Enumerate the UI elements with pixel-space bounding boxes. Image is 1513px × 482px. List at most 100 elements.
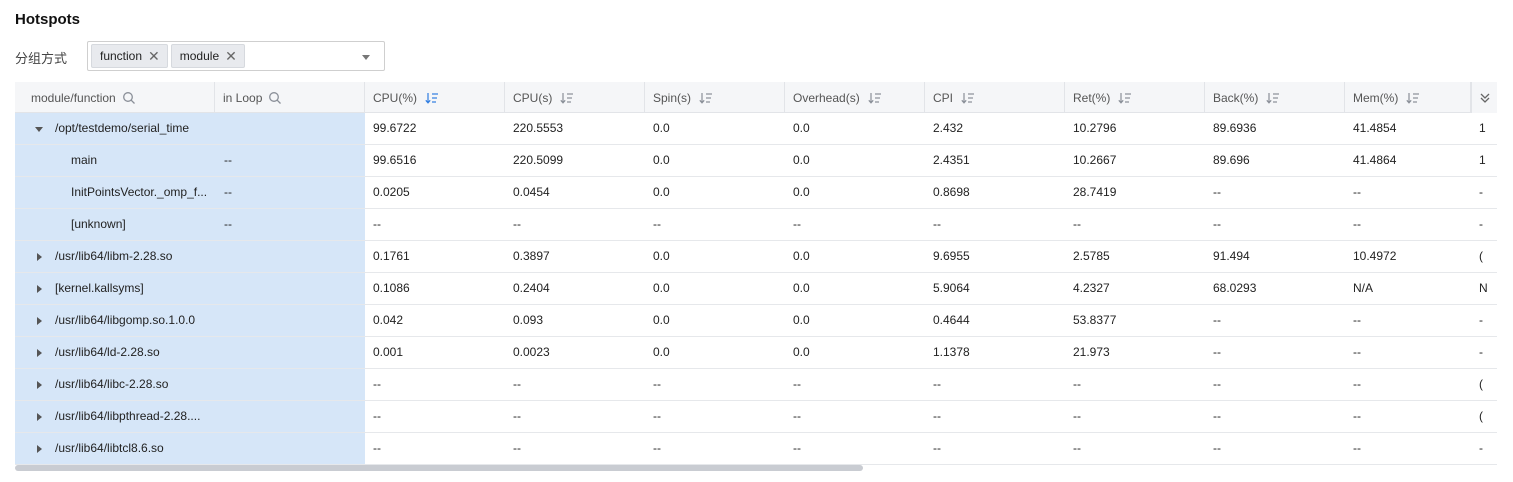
sort-icon[interactable] bbox=[425, 92, 439, 104]
cell-mem: 10.4972 bbox=[1353, 249, 1397, 263]
cell-cpu: 0.042 bbox=[373, 313, 404, 327]
cell-ret: 2.5785 bbox=[1073, 249, 1110, 263]
cell-overhead-s: -- bbox=[793, 441, 801, 455]
cell-cpu: 0.1086 bbox=[373, 281, 410, 295]
cell-overhead-s: 0.0 bbox=[793, 249, 810, 263]
cell-overhead-s: -- bbox=[793, 377, 801, 391]
cell-ret: 10.2667 bbox=[1073, 153, 1117, 167]
column-header-label: Overhead(s) bbox=[793, 90, 860, 105]
caret-right-icon[interactable] bbox=[37, 413, 42, 421]
column-header-cpu[interactable]: CPU(%) bbox=[365, 82, 505, 113]
column-header-label: CPI bbox=[933, 90, 954, 105]
caret-right-icon[interactable] bbox=[37, 253, 42, 261]
column-header-cpu-s[interactable]: CPU(s) bbox=[505, 82, 645, 113]
caret-right-icon[interactable] bbox=[37, 445, 42, 453]
cell-overflow: N bbox=[1479, 281, 1488, 295]
cell-cpu-s: 0.093 bbox=[513, 313, 544, 327]
sort-icon[interactable] bbox=[1118, 92, 1132, 104]
in-loop-cell bbox=[224, 401, 362, 432]
group-by-select[interactable]: function ✕ module ✕ bbox=[87, 41, 385, 71]
close-icon[interactable]: ✕ bbox=[225, 49, 237, 63]
cell-ret: -- bbox=[1073, 441, 1081, 455]
sort-icon[interactable] bbox=[699, 92, 713, 104]
cell-overflow: - bbox=[1479, 345, 1483, 359]
cell-cpu: 0.001 bbox=[373, 345, 404, 359]
column-header-ret[interactable]: Ret(%) bbox=[1065, 82, 1205, 113]
column-header-overhead-s[interactable]: Overhead(s) bbox=[785, 82, 925, 113]
cell-cpu-s: 220.5099 bbox=[513, 153, 564, 167]
column-header-back[interactable]: Back(%) bbox=[1205, 82, 1345, 113]
sort-icon[interactable] bbox=[560, 92, 574, 104]
sort-icon[interactable] bbox=[1266, 92, 1280, 104]
table-row[interactable]: /usr/lib64/libc-2.28.so -- -- -- -- -- -- -- -- ( bbox=[15, 369, 1497, 401]
caret-right-icon[interactable] bbox=[37, 317, 42, 325]
cell-spin-s: 0.0 bbox=[653, 185, 670, 199]
caret-right-icon[interactable] bbox=[37, 381, 42, 389]
cell-back: -- bbox=[1213, 185, 1221, 199]
in-loop-cell: -- bbox=[224, 153, 232, 167]
cell-cpi: 2.432 bbox=[933, 121, 964, 135]
table-row[interactable]: main -- 99.6516 220.5099 0.0 0.0 2.4351 10.2667… bbox=[15, 145, 1497, 177]
group-tag-function: function ✕ bbox=[91, 44, 168, 68]
cell-back: 89.6936 bbox=[1213, 121, 1257, 135]
module-function-cell: [unknown] bbox=[71, 217, 126, 231]
cell-overflow: ( bbox=[1479, 249, 1483, 263]
in-loop-cell bbox=[224, 433, 362, 464]
cell-mem: -- bbox=[1353, 441, 1361, 455]
cell-cpu-s: -- bbox=[513, 217, 521, 231]
cell-spin-s: 0.0 bbox=[653, 153, 670, 167]
column-header-cpi[interactable]: CPI bbox=[925, 82, 1065, 113]
cell-back: -- bbox=[1213, 409, 1221, 423]
cell-cpu-s: -- bbox=[513, 441, 521, 455]
sort-icon[interactable] bbox=[868, 92, 882, 104]
cell-back: -- bbox=[1213, 313, 1221, 327]
module-function-cell: InitPointsVector._omp_f... bbox=[71, 185, 208, 199]
search-icon[interactable] bbox=[268, 91, 282, 105]
close-icon[interactable]: ✕ bbox=[148, 49, 160, 63]
chevron-down-icon[interactable] bbox=[362, 55, 370, 60]
module-function-cell: main bbox=[71, 153, 98, 167]
cell-mem: 41.4864 bbox=[1353, 153, 1397, 167]
module-function-cell: /usr/lib64/libc-2.28.so bbox=[55, 377, 169, 391]
cell-cpu-s: 0.2404 bbox=[513, 281, 550, 295]
search-icon[interactable] bbox=[122, 91, 136, 105]
table-row[interactable]: [unknown] -- -- -- -- -- -- -- -- -- - bbox=[15, 209, 1497, 241]
cell-ret: 53.8377 bbox=[1073, 313, 1117, 327]
column-header-mem[interactable]: Mem(%) bbox=[1345, 82, 1471, 113]
table-row[interactable]: /usr/lib64/libpthread-2.28.... -- -- -- -- --… bbox=[15, 401, 1497, 433]
caret-right-icon[interactable] bbox=[37, 285, 42, 293]
cell-cpi: 2.4351 bbox=[933, 153, 970, 167]
table-row[interactable]: /usr/lib64/libgomp.so.1.0.0 0.042 0.093 0.0… bbox=[15, 305, 1497, 337]
cell-cpu: -- bbox=[373, 217, 381, 231]
column-header-label: Back(%) bbox=[1213, 90, 1259, 105]
table-row[interactable]: [kernel.kallsyms] 0.1086 0.2404 0.0 0.0 5.906… bbox=[15, 273, 1497, 305]
column-header-spin-s[interactable]: Spin(s) bbox=[645, 82, 785, 113]
column-header-in-loop[interactable]: in Loop bbox=[215, 82, 365, 113]
sort-icon[interactable] bbox=[1406, 92, 1420, 104]
cell-overflow: - bbox=[1479, 185, 1483, 199]
cell-cpi: -- bbox=[933, 409, 941, 423]
cell-ret: 10.2796 bbox=[1073, 121, 1117, 135]
in-loop-cell: -- bbox=[224, 217, 232, 231]
column-header-module-function[interactable]: module/function bbox=[15, 82, 215, 113]
table-row[interactable]: /usr/lib64/ld-2.28.so 0.001 0.0023 0.0 0.0 1.… bbox=[15, 337, 1497, 369]
table-row[interactable]: /usr/lib64/libtcl8.6.so -- -- -- -- -- -- -- -- - bbox=[15, 433, 1497, 465]
sort-icon[interactable] bbox=[961, 92, 975, 104]
caret-right-icon[interactable] bbox=[37, 349, 42, 357]
table-row[interactable]: InitPointsVector._omp_f... -- 0.0205 0.0454… bbox=[15, 177, 1497, 209]
cell-cpi: 0.4644 bbox=[933, 313, 970, 327]
column-header-label: in Loop bbox=[223, 90, 263, 105]
caret-down-icon[interactable] bbox=[35, 127, 43, 132]
group-tag-label: function bbox=[100, 49, 143, 63]
double-chevron-down-icon bbox=[1480, 93, 1489, 103]
column-header-label: CPU(s) bbox=[513, 90, 553, 105]
column-header-label: Mem(%) bbox=[1353, 90, 1399, 105]
collapse-columns-button[interactable] bbox=[1471, 82, 1497, 113]
cell-cpi: -- bbox=[933, 217, 941, 231]
horizontal-scrollbar[interactable] bbox=[15, 465, 863, 471]
table-row[interactable]: /opt/testdemo/serial_time 99.6722 220.5553… bbox=[15, 113, 1497, 145]
table-row[interactable]: /usr/lib64/libm-2.28.so 0.1761 0.3897 0.0 0.… bbox=[15, 241, 1497, 273]
page-title: Hotspots bbox=[15, 11, 80, 28]
cell-ret: 28.7419 bbox=[1073, 185, 1117, 199]
cell-mem: -- bbox=[1353, 409, 1361, 423]
